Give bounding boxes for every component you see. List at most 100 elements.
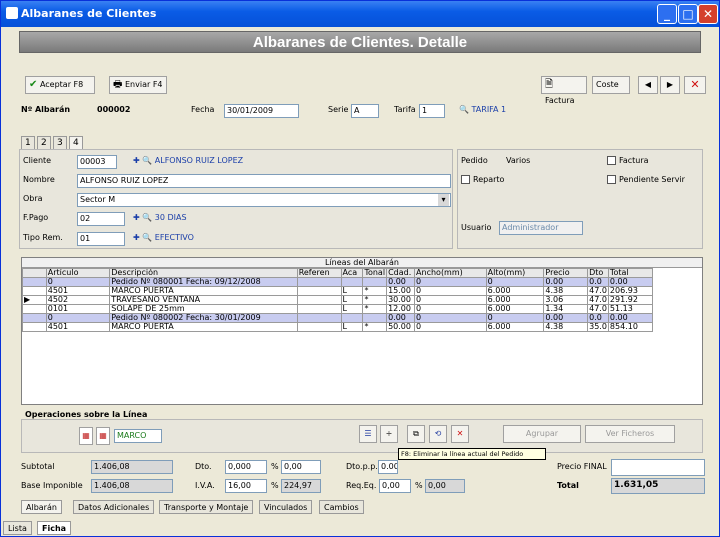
tab-4[interactable]: 4 [69,136,83,149]
serie-input[interactable]: A [351,104,379,118]
table-cell[interactable]: 15.00 [386,286,416,296]
table-cell[interactable]: 35.0 [587,322,609,332]
table-cell[interactable]: 0.0 [587,277,609,287]
fpago-lookup[interactable]: ✚ 🔍 30 DIAS [133,213,187,222]
maximize-button[interactable]: □ [678,4,698,24]
table-cell[interactable]: SOLAPE DE 25mm [109,304,298,314]
table-cell[interactable]: 6.000 [485,304,545,314]
cliente-code-input[interactable]: 00003 [77,155,117,169]
tiporem-input[interactable]: 01 [77,232,125,246]
table-cell[interactable]: 0 [414,304,487,314]
table-cell[interactable]: 51.13 [607,304,653,314]
table-cell[interactable]: 0 [45,313,111,323]
prev-button[interactable]: ◀ [638,76,658,94]
column-header[interactable]: Cdad. [386,268,416,278]
table-cell[interactable]: 0.00 [607,277,653,287]
nombre-input[interactable]: ALFONSO RUIZ LOPEZ [77,174,451,188]
table-cell[interactable] [362,277,388,287]
table-cell[interactable]: 0.00 [543,313,589,323]
fecha-input[interactable]: 30/01/2009 [224,104,299,118]
column-header[interactable]: Precio [543,268,589,278]
table-cell[interactable]: MARCO PUERTA [109,286,298,296]
table-cell[interactable]: 0 [414,313,487,323]
tab-cambios[interactable]: Cambios [319,500,364,514]
table-row[interactable]: 0101 SOLAPE DE 25mm L * 12.00 0 6.000 1.34 47.0 5… [22,304,702,314]
table-cell[interactable]: * [362,286,388,296]
next-button[interactable]: ▶ [660,76,680,94]
reparto-checkbox[interactable]: Reparto [461,175,504,184]
table-row[interactable]: 0 Pedido Nº 080001 Fecha: 09/12/2008 0.00 0… [22,277,702,287]
chevron-down-icon[interactable]: ▾ [438,194,449,206]
delete-button[interactable]: ✕ [684,76,706,94]
table-cell[interactable] [362,313,388,323]
table-cell[interactable]: 206.93 [607,286,653,296]
tarifa-name[interactable]: 🔍 TARIFA 1 [459,105,506,114]
tab-1[interactable]: 1 [21,136,35,149]
table-cell[interactable]: 6.000 [485,295,545,305]
table-cell[interactable]: * [362,295,388,305]
tarifa-input[interactable]: 1 [419,104,445,118]
table-cell[interactable]: 4.38 [543,322,589,332]
lines-grid[interactable]: Líneas del Albarán Artículo Descripción Re… [21,257,703,405]
table-cell[interactable]: 3.06 [543,295,589,305]
dto-input[interactable]: 0,000 [225,460,267,474]
table-cell[interactable]: TRAVESAÑO VENTANA [109,295,298,305]
table-cell[interactable]: 50.00 [386,322,416,332]
column-header[interactable]: Dto [587,268,609,278]
table-cell[interactable]: 4502 [45,295,111,305]
table-cell[interactable] [296,286,342,296]
table-cell[interactable]: 0.00 [543,277,589,287]
table-cell[interactable]: Pedido Nº 080001 Fecha: 09/12/2008 [109,277,298,287]
table-cell[interactable] [340,277,364,287]
table-cell[interactable]: 1.34 [543,304,589,314]
tab-2[interactable]: 2 [37,136,51,149]
obra-select[interactable]: Sector M ▾ [77,193,451,207]
tiporem-lookup[interactable]: ✚ 🔍 EFECTIVO [133,233,194,242]
table-cell[interactable]: 6.000 [485,286,545,296]
row-selector[interactable] [22,322,47,332]
table-cell[interactable] [296,322,342,332]
iva-input[interactable]: 16,00 [225,479,267,493]
table-cell[interactable]: L [340,304,364,314]
cliente-lookup[interactable]: ✚ 🔍 ALFONSO RUIZ LOPEZ [133,156,243,165]
table-cell[interactable] [296,304,342,314]
marco-field[interactable]: MARCO [114,429,162,443]
column-header[interactable]: Ancho(mm) [414,268,487,278]
ver-ficheros-button[interactable]: Ver Ficheros [585,425,675,443]
table-row[interactable]: 4501 MARCO PUERTA L * 50.00 0 6.000 4.38 35.0 854… [22,322,702,332]
refresh-icon[interactable]: ⟲ [429,425,447,443]
table-cell[interactable]: MARCO PUERTA [109,322,298,332]
column-header[interactable]: Descripción [109,268,298,278]
table-cell[interactable] [296,295,342,305]
req-input[interactable]: 0,00 [379,479,411,493]
pendiente-checkbox[interactable]: Pendiente Servir [607,175,685,184]
table-cell[interactable] [296,313,342,323]
tab-vinculados[interactable]: Vinculados [259,500,313,514]
table-cell[interactable]: 0 [485,277,545,287]
dtopp-input[interactable]: 0.000 [378,460,398,474]
tab-3[interactable]: 3 [53,136,67,149]
tab-transporte[interactable]: Transporte y Montaje [159,500,254,514]
aceptar-button[interactable]: ✔ Aceptar F8 [25,76,95,94]
table-cell[interactable]: Pedido Nº 080002 Fecha: 30/01/2009 [109,313,298,323]
table-cell[interactable]: 0 [414,286,487,296]
table-cell[interactable]: * [362,322,388,332]
table-cell[interactable]: 854.10 [607,322,653,332]
row-selector[interactable] [22,313,47,323]
table-cell[interactable]: 0 [414,295,487,305]
tab-lista[interactable]: Lista [3,521,32,535]
close-window-button[interactable]: ✕ [698,4,718,24]
row-selector[interactable] [22,304,47,314]
table-cell[interactable]: 0 [414,277,487,287]
table-cell[interactable]: 291.92 [607,295,653,305]
table-cell[interactable]: 4.38 [543,286,589,296]
table-cell[interactable]: 0 [414,322,487,332]
table-cell[interactable]: 4501 [45,322,111,332]
list-icon[interactable]: ☰ [359,425,377,443]
table-cell[interactable]: * [362,304,388,314]
table-cell[interactable]: 0.00 [386,313,416,323]
factura-button[interactable]: 🗎 Factura [541,76,587,105]
agrupar-button[interactable]: Agrupar [503,425,581,443]
column-header[interactable]: Tonal [362,268,388,278]
column-header[interactable]: Alto(mm) [485,268,545,278]
